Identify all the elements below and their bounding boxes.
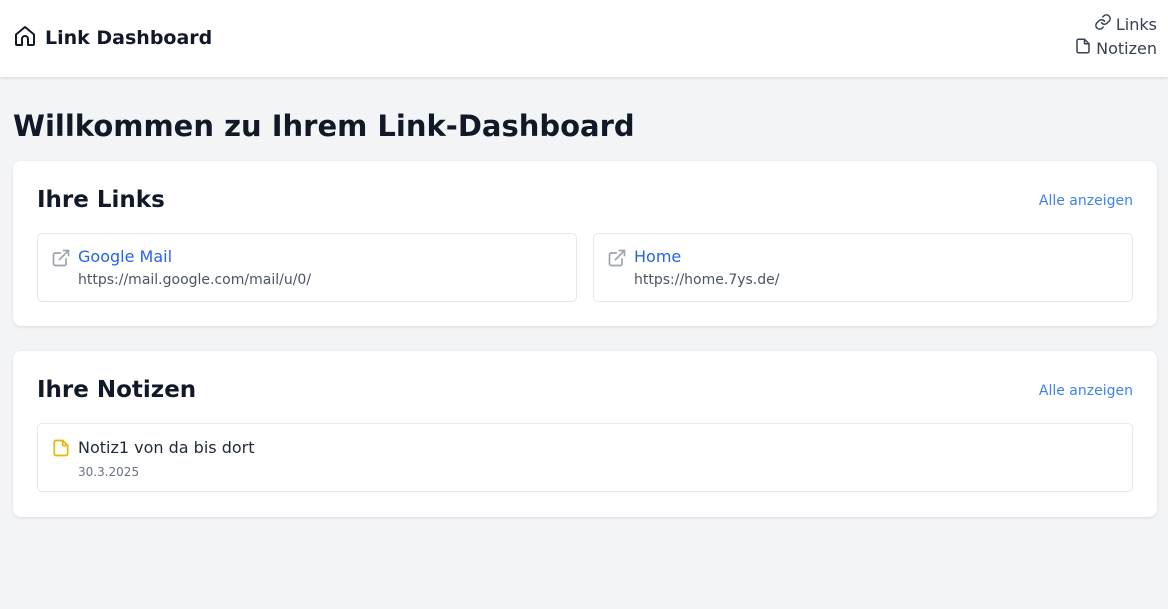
- link-name[interactable]: Google Mail: [78, 247, 172, 266]
- link-item[interactable]: Google Mail https://mail.google.com/mail…: [37, 233, 577, 302]
- external-link-icon: [51, 248, 71, 268]
- notes-section-title: Ihre Notizen: [37, 377, 197, 403]
- top-header: Link Dashboard Links Notizen: [0, 0, 1168, 77]
- note-item[interactable]: Notiz1 von da bis dort 30.3.2025: [37, 423, 1133, 492]
- file-icon: [1074, 37, 1092, 59]
- nav-item-label: Notizen: [1096, 38, 1157, 58]
- note-title: Notiz1 von da bis dort: [78, 438, 255, 457]
- nav-item-label: Links: [1115, 14, 1157, 34]
- nav-item-links[interactable]: Links: [1094, 13, 1157, 35]
- brand[interactable]: Link Dashboard: [13, 24, 212, 52]
- links-card: Ihre Links Alle anzeigen Google Mail htt…: [13, 161, 1157, 326]
- note-date: 30.3.2025: [78, 465, 140, 479]
- link-url: https://home.7ys.de/: [634, 272, 780, 288]
- link-url: https://mail.google.com/mail/u/0/: [78, 272, 312, 288]
- links-show-all-link[interactable]: Alle anzeigen: [1039, 193, 1133, 209]
- page-title: Willkommen zu Ihrem Link-Dashboard: [13, 109, 635, 143]
- link-name[interactable]: Home: [634, 247, 681, 266]
- link-icon: [1094, 13, 1112, 35]
- nav-item-notizen[interactable]: Notizen: [1074, 37, 1157, 59]
- home-icon: [13, 24, 37, 52]
- links-section-title: Ihre Links: [37, 187, 165, 213]
- link-item[interactable]: Home https://home.7ys.de/: [593, 233, 1133, 302]
- brand-title: Link Dashboard: [45, 27, 213, 49]
- external-link-icon: [607, 248, 627, 268]
- notes-card: Ihre Notizen Alle anzeigen Notiz1 von da…: [13, 351, 1157, 517]
- file-icon: [51, 438, 71, 458]
- notes-show-all-link[interactable]: Alle anzeigen: [1039, 383, 1133, 399]
- top-nav: Links Notizen: [1074, 13, 1157, 59]
